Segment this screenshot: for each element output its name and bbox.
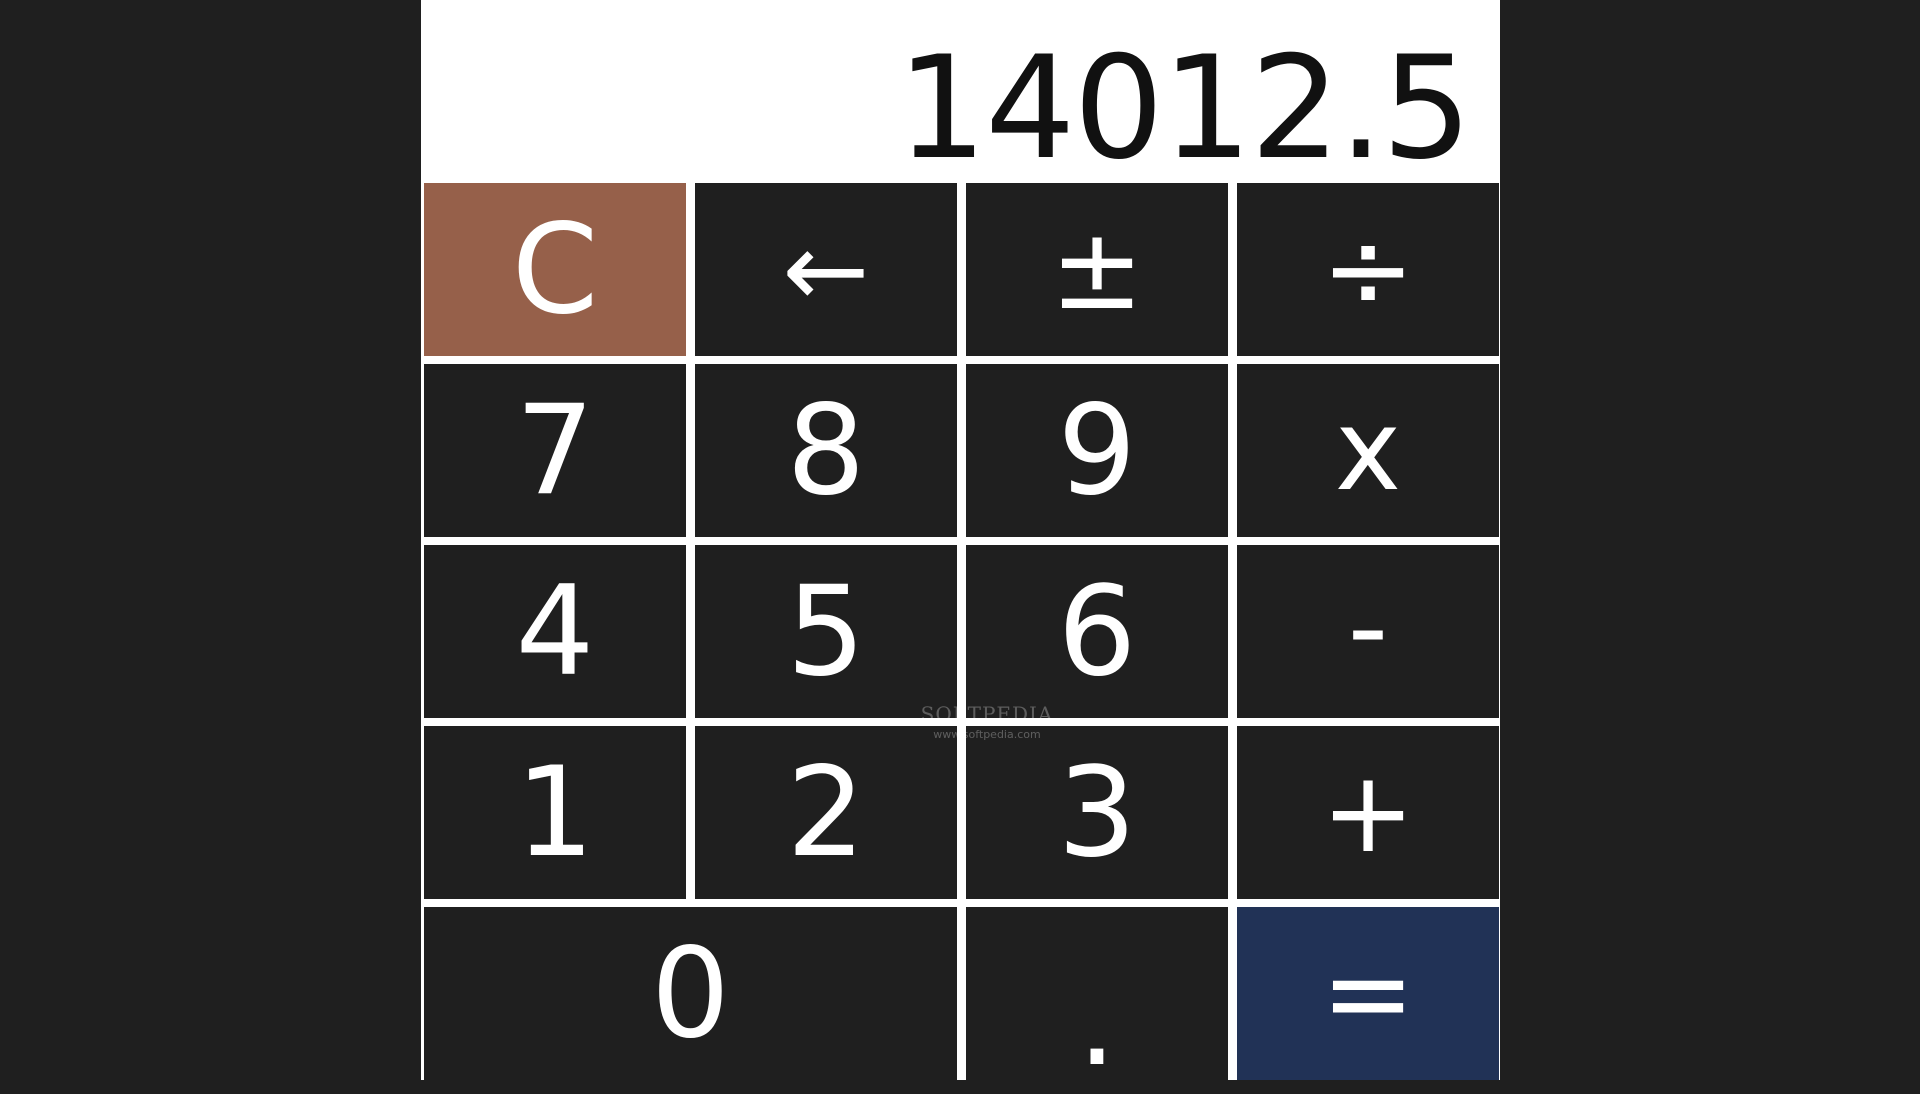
digit-3-button[interactable]: 3 — [966, 726, 1228, 899]
backspace-icon: ← — [782, 208, 870, 331]
keypad: C ← ± ÷ 7 8 9 x 4 5 6 - 1 2 3 + 0 . = — [424, 183, 1499, 1084]
digit-1-label: 1 — [515, 740, 595, 885]
digit-1-button[interactable]: 1 — [424, 726, 686, 899]
display-panel: 14012.5 — [421, 0, 1500, 183]
digit-0-button[interactable]: 0 — [424, 907, 957, 1080]
digit-9-label: 9 — [1057, 378, 1137, 523]
left-background — [0, 0, 421, 1080]
backspace-button[interactable]: ← — [695, 183, 957, 356]
digit-2-button[interactable]: 2 — [695, 726, 957, 899]
digit-6-button[interactable]: 6 — [966, 545, 1228, 718]
multiply-icon: x — [1334, 385, 1402, 516]
display-value: 14012.5 — [896, 26, 1472, 191]
right-background — [1500, 0, 1920, 1080]
equals-button[interactable]: = — [1237, 907, 1499, 1080]
digit-5-button[interactable]: 5 — [695, 545, 957, 718]
digit-0-label: 0 — [651, 921, 730, 1066]
digit-9-button[interactable]: 9 — [966, 364, 1228, 537]
digit-3-label: 3 — [1057, 740, 1137, 885]
digit-5-label: 5 — [786, 559, 866, 704]
digit-7-label: 7 — [515, 378, 595, 523]
plus-minus-icon: ± — [1050, 204, 1144, 335]
digit-7-button[interactable]: 7 — [424, 364, 686, 537]
divide-button[interactable]: ÷ — [1237, 183, 1499, 356]
digit-4-button[interactable]: 4 — [424, 545, 686, 718]
clear-label: C — [511, 197, 599, 342]
digit-2-label: 2 — [786, 740, 866, 885]
subtract-button[interactable]: - — [1237, 545, 1499, 718]
subtract-icon: - — [1347, 562, 1389, 693]
digit-8-label: 8 — [786, 378, 866, 523]
add-button[interactable]: + — [1237, 726, 1499, 899]
divide-icon: ÷ — [1321, 204, 1415, 335]
calculator-app: 14012.5 C ← ± ÷ 7 8 9 x 4 5 6 - 1 2 3 + … — [421, 0, 1500, 1084]
decimal-icon: . — [1077, 949, 1117, 1094]
clear-button[interactable]: C — [424, 183, 686, 356]
decimal-button[interactable]: . — [966, 907, 1228, 1084]
multiply-button[interactable]: x — [1237, 364, 1499, 537]
equals-icon: = — [1321, 928, 1415, 1059]
digit-8-button[interactable]: 8 — [695, 364, 957, 537]
plus-minus-button[interactable]: ± — [966, 183, 1228, 356]
add-icon: + — [1321, 747, 1415, 878]
digit-6-label: 6 — [1057, 559, 1137, 704]
digit-4-label: 4 — [515, 559, 595, 704]
